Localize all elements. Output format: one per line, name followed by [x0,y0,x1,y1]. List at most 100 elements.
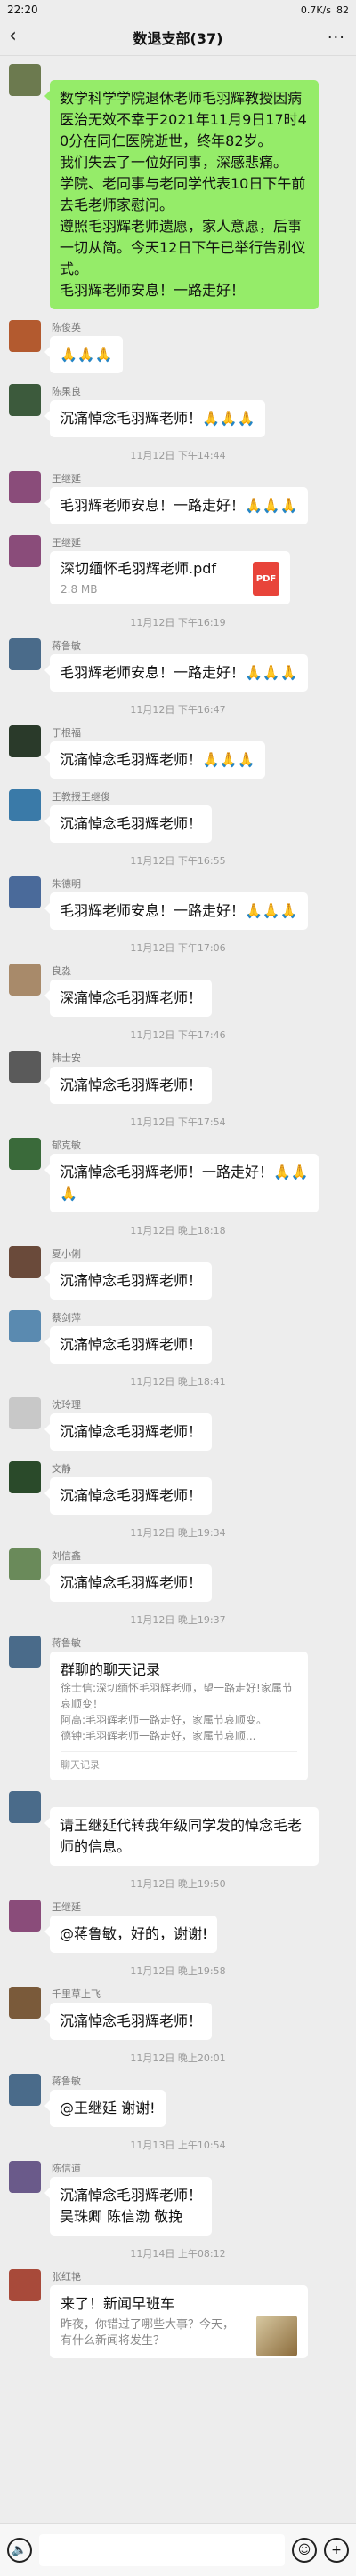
chat-record-line: 徐士信:深切缅怀毛羽辉老师，望一路走好!家属节哀顺变！ [61,1682,293,1710]
message-list[interactable]: 数学科学学院退休老师毛羽辉教授因病医治无效不幸于2021年11月9日17时40分… [0,55,356,2523]
pdf-icon: PDF [253,562,279,596]
avatar[interactable] [9,1900,41,1932]
sender-name: 王教授王继俊 [52,791,110,803]
timestamp: 11月12日 晚上18:41 [130,1376,226,1388]
chat-header: ‹ 数退支部(37) ··· [0,20,356,56]
message-bubble[interactable]: 沉痛悼念毛羽辉老师！ [44,1413,213,1451]
message-bubble[interactable]: 沉痛悼念毛羽辉老师！🙏🙏🙏 [44,741,265,779]
message-item: 郁克敏沉痛悼念毛羽辉老师！一路走好！🙏🙏🙏 [0,1138,356,1212]
status-time: 22:20 [7,4,38,16]
news-thumbnail [256,2316,297,2356]
avatar[interactable] [9,1310,41,1342]
timestamp: 11月12日 晚上20:01 [130,2052,226,2064]
avatar[interactable] [9,1636,41,1668]
avatar[interactable] [9,1548,41,1580]
message-bubble[interactable]: 🙏🙏🙏 [44,336,123,373]
voice-icon[interactable]: 🔈 [7,2537,32,2563]
timestamp: 11月12日 下午16:19 [130,617,226,628]
avatar[interactable] [9,638,41,670]
avatar[interactable] [9,1246,41,1278]
sender-name [52,1791,347,1804]
message-bubble[interactable]: 毛羽辉老师安息！一路走好！🙏🙏🙏 [44,654,308,692]
avatar[interactable] [9,1987,41,2019]
back-icon[interactable]: ‹ [9,27,17,46]
message-bubble[interactable]: @王继延 谢谢! [44,2090,166,2127]
message-bubble[interactable]: 毛羽辉老师安息！一路走好！🙏🙏🙏 [44,487,308,524]
status-bar: 22:20 0.7K/s 82 [0,0,356,20]
timestamp: 11月12日 晚上19:58 [130,1965,226,1977]
message-bubble[interactable]: 沉痛悼念毛羽辉老师！ [44,1262,213,1300]
message-item: 韩士安沉痛悼念毛羽辉老师！ [0,1051,356,1104]
battery-level: 82 [336,4,349,16]
timestamp: 11月12日 下午17:54 [130,1116,226,1128]
timestamp: 11月12日 晚上18:18 [130,1225,226,1236]
message-bubble[interactable]: 沉痛悼念毛羽辉老师！ [44,1067,213,1104]
timestamp: 11月12日 下午17:46 [130,1029,226,1041]
timestamp: 11月12日 下午16:55 [130,855,226,867]
plus-icon[interactable]: + [324,2537,349,2563]
avatar[interactable] [9,964,41,996]
message-bubble[interactable]: @蒋鲁敏，好的，谢谢! [44,1916,218,1953]
message-bubble[interactable]: 深痛悼念毛羽辉老师！ [44,980,213,1017]
message-bubble[interactable]: 沉痛悼念毛羽辉老师！ [44,805,213,843]
avatar[interactable] [9,2269,41,2301]
file-card[interactable]: 深切缅怀毛羽辉老师.pdf 2.8 MB PDF [50,551,290,604]
more-options-icon[interactable]: ··· [328,28,345,47]
sender-name [52,64,347,76]
avatar[interactable] [9,1397,41,1429]
message-bubble[interactable]: 沉痛悼念毛羽辉老师！🙏🙏🙏 [44,400,265,437]
message-bubble[interactable]: 沉痛悼念毛羽辉老师！一路走好！🙏🙏🙏 [44,1154,319,1212]
message-item: 蔡剑萍 沉痛悼念毛羽辉老师！ [0,1310,356,1364]
message-item: 于根福 沉痛悼念毛羽辉老师！🙏🙏🙏 [0,725,356,779]
sender-name: 蒋鲁敏 [52,1637,81,1649]
timestamp: 11月12日 下午14:44 [130,450,226,461]
message-bubble[interactable]: 沉痛悼念毛羽辉老师！ [44,1326,213,1364]
message-bubble[interactable]: 沉痛悼念毛羽辉老师！ [44,1564,213,1602]
message-bubble[interactable]: 请王继延代转我年级同学发的悼念毛老师的信息。 [44,1807,319,1866]
avatar[interactable] [9,1138,41,1170]
timestamp: 11月12日 晚上19:37 [130,1614,226,1626]
avatar[interactable] [9,1461,41,1493]
sender-name: 良淼 [52,965,71,977]
avatar[interactable] [9,535,41,567]
message-item: 陈果良 沉痛悼念毛羽辉老师！🙏🙏🙏 [0,384,356,437]
message-item: 夏小俐沉痛悼念毛羽辉老师！ [0,1246,356,1300]
sender-name: 韩士安 [52,1052,81,1064]
sender-name: 王继延 [52,1901,81,1913]
avatar[interactable] [9,1791,41,1823]
news-card[interactable]: 来了！新闻早班车 昨夜，你错过了哪些大事？今天，有什么新闻将发生？ [50,2285,308,2358]
message-bubble[interactable]: 沉痛悼念毛羽辉老师！ 吴珠卿 陈信渤 敬挽 [44,2177,213,2236]
message-item: 数学科学学院退休老师毛羽辉教授因病医治无效不幸于2021年11月9日17时40分… [0,64,356,309]
sender-name: 陈俊英 [52,322,81,333]
chat-record-line: 德钟:毛羽辉老师一路走好，家属节哀顺... [61,1730,256,1742]
message-bubble[interactable]: 数学科学学院退休老师毛羽辉教授因病医治无效不幸于2021年11月9日17时40分… [44,80,319,309]
message-input[interactable] [39,2533,285,2566]
sender-name: 王继延 [52,537,81,548]
news-description: 昨夜，你错过了哪些大事？今天，有什么新闻将发生？ [61,2318,235,2348]
chat-title: 数退支部(37) [133,30,223,47]
message-item: 王继延 @蒋鲁敏，好的，谢谢! [0,1900,356,1953]
message-bubble[interactable]: 沉痛悼念毛羽辉老师！ [44,1477,213,1515]
sender-name: 刘信鑫 [52,1550,81,1562]
avatar[interactable] [9,789,41,821]
avatar[interactable] [9,876,41,908]
message-bubble[interactable]: 毛羽辉老师安息！一路走好！🙏🙏🙏 [44,892,308,930]
sender-name: 陈信道 [52,2163,81,2174]
chat-record-card[interactable]: 群聊的聊天记录 徐士信:深切缅怀毛羽辉老师，望一路走好!家属节哀顺变！ 阿高:毛羽辉… [50,1652,308,1780]
sender-name: 夏小俐 [52,1248,81,1260]
avatar[interactable] [9,64,41,96]
sender-name: 郁克敏 [52,1140,81,1151]
timestamp: 11月13日 上午10:54 [130,2140,226,2151]
avatar[interactable] [9,2161,41,2193]
avatar[interactable] [9,1051,41,1083]
avatar[interactable] [9,725,41,757]
message-item: 王教授王继俊沉痛悼念毛羽辉老师！ [0,789,356,843]
sender-name: 张红艳 [52,2271,81,2283]
avatar[interactable] [9,384,41,416]
message-bubble[interactable]: 沉痛悼念毛羽辉老师！ [44,2003,213,2040]
emoji-icon[interactable]: ☺ [292,2537,317,2563]
avatar[interactable] [9,471,41,503]
avatar[interactable] [9,320,41,352]
avatar[interactable] [9,2074,41,2106]
chat-record-line: 阿高:毛羽辉老师一路走好，家属节哀顺变。 [61,1714,268,1726]
